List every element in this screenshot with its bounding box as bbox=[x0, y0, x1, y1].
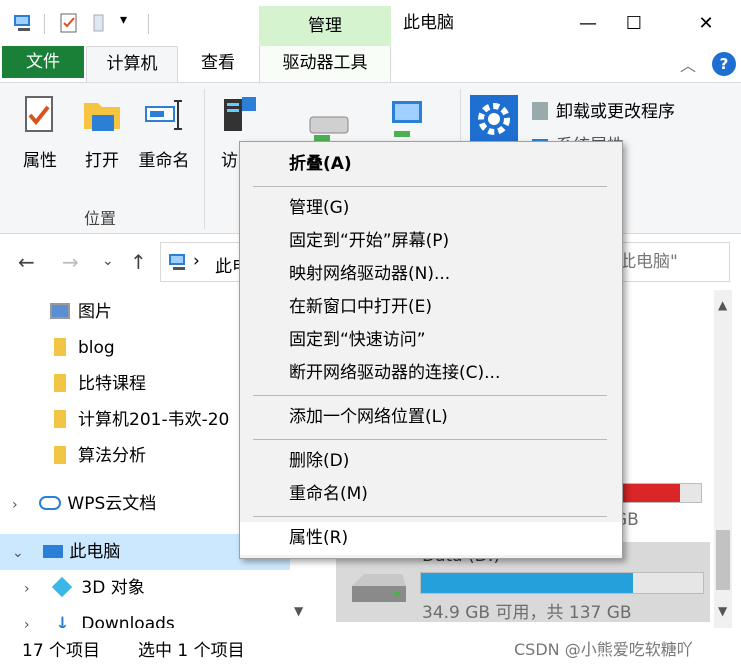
uninstall-label: 卸载或更改程序 bbox=[556, 102, 675, 122]
menu-item-add-network-location[interactable]: 添加一个网络位置(L) bbox=[240, 401, 622, 434]
menu-item-map-network-drive[interactable]: 映射网络驱动器(N)... bbox=[240, 258, 622, 291]
open-folder-icon bbox=[84, 103, 120, 131]
drive-d-usage-bar bbox=[420, 572, 704, 594]
drive-c-usage-fill bbox=[621, 484, 681, 502]
nav-item-label: WPS云文档 bbox=[67, 494, 157, 514]
rename-label: 重命名 bbox=[138, 151, 190, 171]
menu-separator bbox=[253, 516, 607, 517]
this-pc-icon[interactable] bbox=[12, 12, 34, 34]
menu-separator bbox=[253, 395, 607, 396]
scroll-down-icon[interactable]: ▼ bbox=[294, 604, 303, 618]
expand-chevron-icon[interactable]: › bbox=[24, 571, 38, 607]
scroll-down-icon[interactable]: ▼ bbox=[718, 604, 727, 618]
nav-item-label: blog bbox=[78, 338, 115, 358]
forward-arrow-icon[interactable]: → bbox=[62, 250, 79, 274]
menu-item-open-new-window[interactable]: 在新窗口中打开(E) bbox=[240, 291, 622, 324]
this-pc-icon bbox=[169, 254, 185, 270]
folder-icon bbox=[54, 410, 66, 428]
collapse-ribbon-icon[interactable]: ︿ bbox=[680, 52, 696, 76]
folder-icon bbox=[54, 338, 66, 356]
menu-item-manage[interactable]: 管理(G) bbox=[240, 192, 622, 225]
title-bar: ▾ 管理 此电脑 — ☐ ✕ bbox=[0, 0, 741, 46]
cloud-icon bbox=[39, 496, 62, 510]
scroll-up-icon[interactable]: ▲ bbox=[718, 298, 727, 312]
folder-icon bbox=[54, 374, 66, 392]
maximize-button[interactable]: ☐ bbox=[611, 0, 657, 46]
uninstall-programs-button[interactable]: 卸载或更改程序 bbox=[532, 97, 675, 122]
collapse-chevron-icon[interactable]: ⌄ bbox=[12, 535, 26, 571]
watermark-text: CSDN @小熊爱吃软糖吖 bbox=[514, 640, 693, 659]
nav-item-label: 此电脑 bbox=[69, 542, 121, 562]
pictures-icon bbox=[50, 303, 70, 319]
nav-item-label: 算法分析 bbox=[78, 446, 146, 466]
properties-quick-icon[interactable] bbox=[58, 12, 80, 34]
uninstall-icon bbox=[532, 102, 548, 120]
menu-item-pin-quick-access[interactable]: 固定到“快速访问” bbox=[240, 324, 622, 357]
selected-count: 选中 1 个项目 bbox=[138, 641, 245, 661]
nav-item-label: 计算机201-韦欢-20 bbox=[78, 410, 230, 430]
scroll-thumb[interactable] bbox=[716, 530, 730, 590]
up-arrow-icon[interactable]: ↑ bbox=[130, 250, 147, 274]
nav-item-label: 图片 bbox=[78, 302, 112, 322]
download-icon: ↓ bbox=[55, 614, 70, 628]
3d-objects-icon bbox=[52, 576, 73, 598]
expand-chevron-icon[interactable]: › bbox=[24, 607, 38, 628]
menu-separator bbox=[253, 439, 607, 440]
menu-item-properties[interactable]: 属性(R) bbox=[240, 522, 622, 555]
status-bar: 17 个项目 选中 1 个项目 CSDN @小熊爱吃软糖吖 bbox=[0, 628, 741, 665]
drive-c-usage-bar bbox=[620, 483, 702, 503]
window-title: 此电脑 bbox=[403, 13, 454, 33]
item-count: 17 个项目 bbox=[22, 641, 101, 661]
nav-item-3d-objects[interactable]: › 3D 对象 bbox=[0, 570, 290, 606]
open-label: 打开 bbox=[85, 151, 119, 171]
nav-item-label: Downloads bbox=[81, 614, 175, 628]
rename-button[interactable]: 重命名 bbox=[134, 93, 194, 171]
search-input[interactable]: 此电脑" bbox=[610, 242, 730, 282]
menu-item-collapse[interactable]: 折叠(A) bbox=[240, 148, 622, 181]
expand-chevron-icon[interactable]: › bbox=[12, 487, 26, 523]
menu-item-rename[interactable]: 重命名(M) bbox=[240, 478, 622, 511]
close-button[interactable]: ✕ bbox=[683, 0, 729, 46]
tab-drive-tools[interactable]: 驱动器工具 bbox=[259, 46, 391, 82]
help-icon[interactable]: ? bbox=[712, 52, 736, 76]
minimize-button[interactable]: — bbox=[565, 0, 611, 46]
menu-item-delete[interactable]: 删除(D) bbox=[240, 445, 622, 478]
tab-computer[interactable]: 计算机 bbox=[86, 46, 178, 82]
add-network-location-icon[interactable] bbox=[384, 97, 434, 145]
quick-access-separator bbox=[44, 14, 45, 34]
content-scrollbar[interactable]: ▲ ▼ bbox=[714, 290, 732, 628]
quick-access-dropdown-icon[interactable]: ▾ bbox=[120, 12, 127, 28]
nav-item-label: 比特课程 bbox=[78, 374, 146, 394]
rename-icon bbox=[145, 100, 182, 130]
open-button[interactable]: 打开 bbox=[72, 93, 132, 171]
media-server-icon bbox=[224, 97, 256, 131]
drive-d-usage-fill bbox=[421, 573, 633, 593]
tab-file[interactable]: 文件 bbox=[2, 46, 84, 78]
properties-button[interactable]: 属性 bbox=[10, 93, 70, 171]
ribbon-tabs: 文件 计算机 查看 驱动器工具 ︿ ? bbox=[0, 46, 741, 82]
drive-d-space-text: 34.9 GB 可用，共 137 GB bbox=[422, 603, 632, 623]
menu-item-disconnect-drive[interactable]: 断开网络驱动器的连接(C)... bbox=[240, 357, 622, 390]
menu-item-pin-to-start[interactable]: 固定到“开始”屏幕(P) bbox=[240, 225, 622, 258]
recent-locations-chevron-icon[interactable]: ⌄ bbox=[102, 253, 114, 269]
context-tab-manage[interactable]: 管理 bbox=[259, 6, 391, 46]
tab-view[interactable]: 查看 bbox=[186, 46, 250, 82]
menu-separator bbox=[253, 186, 607, 187]
ribbon-separator bbox=[204, 89, 205, 229]
nav-item-downloads[interactable]: › ↓ Downloads bbox=[0, 606, 290, 628]
nav-item-label: 3D 对象 bbox=[81, 578, 145, 598]
settings-gear-icon[interactable] bbox=[470, 95, 518, 143]
folder-icon bbox=[54, 446, 66, 464]
context-menu: 折叠(A) 管理(G) 固定到“开始”屏幕(P) 映射网络驱动器(N)... 在… bbox=[239, 141, 623, 559]
hard-drive-icon bbox=[352, 574, 406, 602]
properties-label: 属性 bbox=[23, 151, 57, 171]
breadcrumb-chevron-icon[interactable]: › bbox=[193, 251, 200, 271]
group-label-location: 位置 bbox=[84, 209, 117, 228]
this-pc-icon bbox=[43, 545, 64, 558]
properties-icon bbox=[25, 96, 53, 132]
back-arrow-icon[interactable]: ← bbox=[18, 250, 35, 274]
new-folder-quick-icon[interactable] bbox=[90, 12, 112, 34]
quick-access-separator bbox=[148, 14, 149, 34]
